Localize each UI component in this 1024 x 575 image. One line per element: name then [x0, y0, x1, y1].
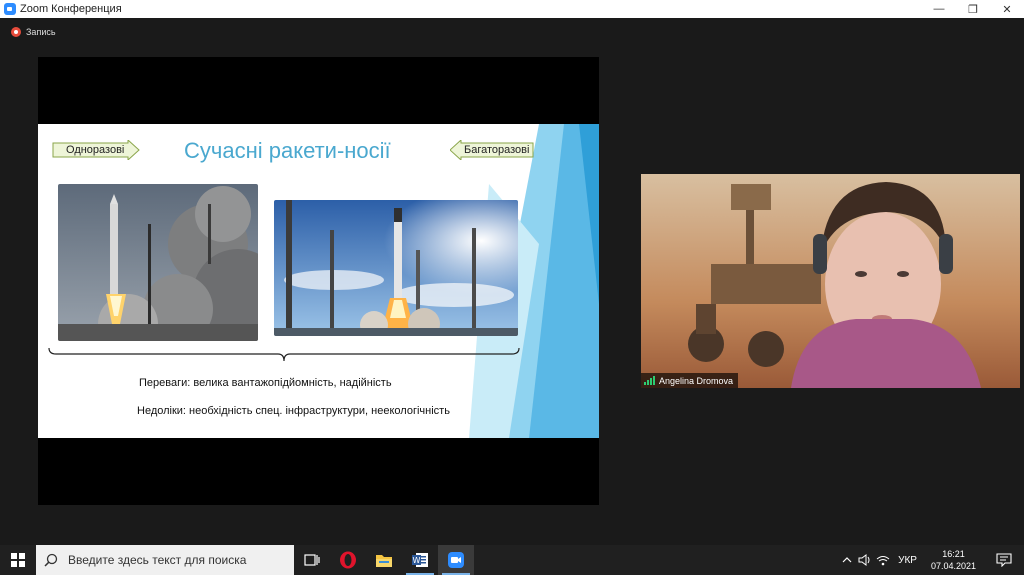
zoom-app-icon — [4, 3, 16, 15]
window-controls: — ❐ ✕ — [922, 0, 1024, 18]
record-icon[interactable] — [11, 27, 21, 37]
window-titlebar[interactable]: Zoom Конференция — ❐ ✕ — [0, 0, 1024, 18]
single-use-label: Одноразові — [66, 144, 125, 156]
search-icon — [44, 553, 58, 567]
reusable-label: Багаторазові — [464, 144, 530, 156]
opera-icon[interactable] — [330, 545, 366, 575]
search-input[interactable] — [68, 553, 288, 567]
rocket-photo-single-use — [58, 184, 258, 341]
task-view-icon[interactable] — [294, 545, 330, 575]
minimize-button[interactable]: — — [922, 0, 956, 18]
clock-time: 16:21 — [942, 549, 965, 559]
reusable-tag: Багаторазові — [450, 140, 534, 160]
restore-button[interactable]: ❐ — [956, 0, 990, 18]
presentation-slide: Одноразові Сучасні ракети-носії Багатора… — [38, 124, 599, 438]
system-tray: УКР 16:21 07.04.2021 — [838, 545, 1024, 575]
system-clock[interactable]: 16:21 07.04.2021 — [923, 548, 984, 572]
clock-date: 07.04.2021 — [930, 561, 976, 571]
participant-video[interactable]: Angelina Dromova — [641, 174, 1020, 388]
slide-title: Сучасні ракети-носії — [184, 138, 391, 163]
participant-name-tag: Angelina Dromova — [641, 373, 739, 388]
taskbar-search[interactable] — [36, 545, 294, 575]
file-explorer-icon[interactable] — [366, 545, 402, 575]
window-title: Zoom Конференция — [20, 3, 122, 15]
input-language[interactable]: УКР — [892, 555, 923, 566]
word-icon[interactable]: W — [402, 545, 438, 575]
shared-screen[interactable]: Одноразові Сучасні ракети-носії Багатора… — [38, 57, 599, 505]
advantages-text: Переваги: велика вантажопідйомність, над… — [139, 377, 392, 389]
windows-taskbar: W УКР 16:21 07.04.2021 — [0, 545, 1024, 575]
grouping-bracket — [48, 348, 520, 362]
network-icon[interactable] — [874, 545, 892, 575]
single-use-tag: Одноразові — [52, 140, 140, 160]
svg-text:W: W — [413, 556, 421, 565]
disadvantages-text: Недоліки: необхідність спец. інфраструкт… — [137, 405, 450, 417]
participant-name: Angelina Dromova — [659, 375, 734, 386]
recording-label[interactable]: Запись — [26, 27, 56, 37]
notifications-icon[interactable] — [984, 545, 1024, 575]
chevron-up-icon[interactable] — [838, 545, 856, 575]
close-button[interactable]: ✕ — [990, 0, 1024, 18]
recording-bar: Запись — [0, 18, 1024, 46]
participant-video-feed — [641, 174, 1020, 388]
zoom-icon[interactable] — [438, 545, 474, 575]
windows-start-icon[interactable] — [0, 545, 36, 575]
connection-signal-icon — [644, 375, 655, 385]
rocket-photo-reusable — [274, 200, 518, 336]
volume-icon[interactable] — [856, 545, 874, 575]
